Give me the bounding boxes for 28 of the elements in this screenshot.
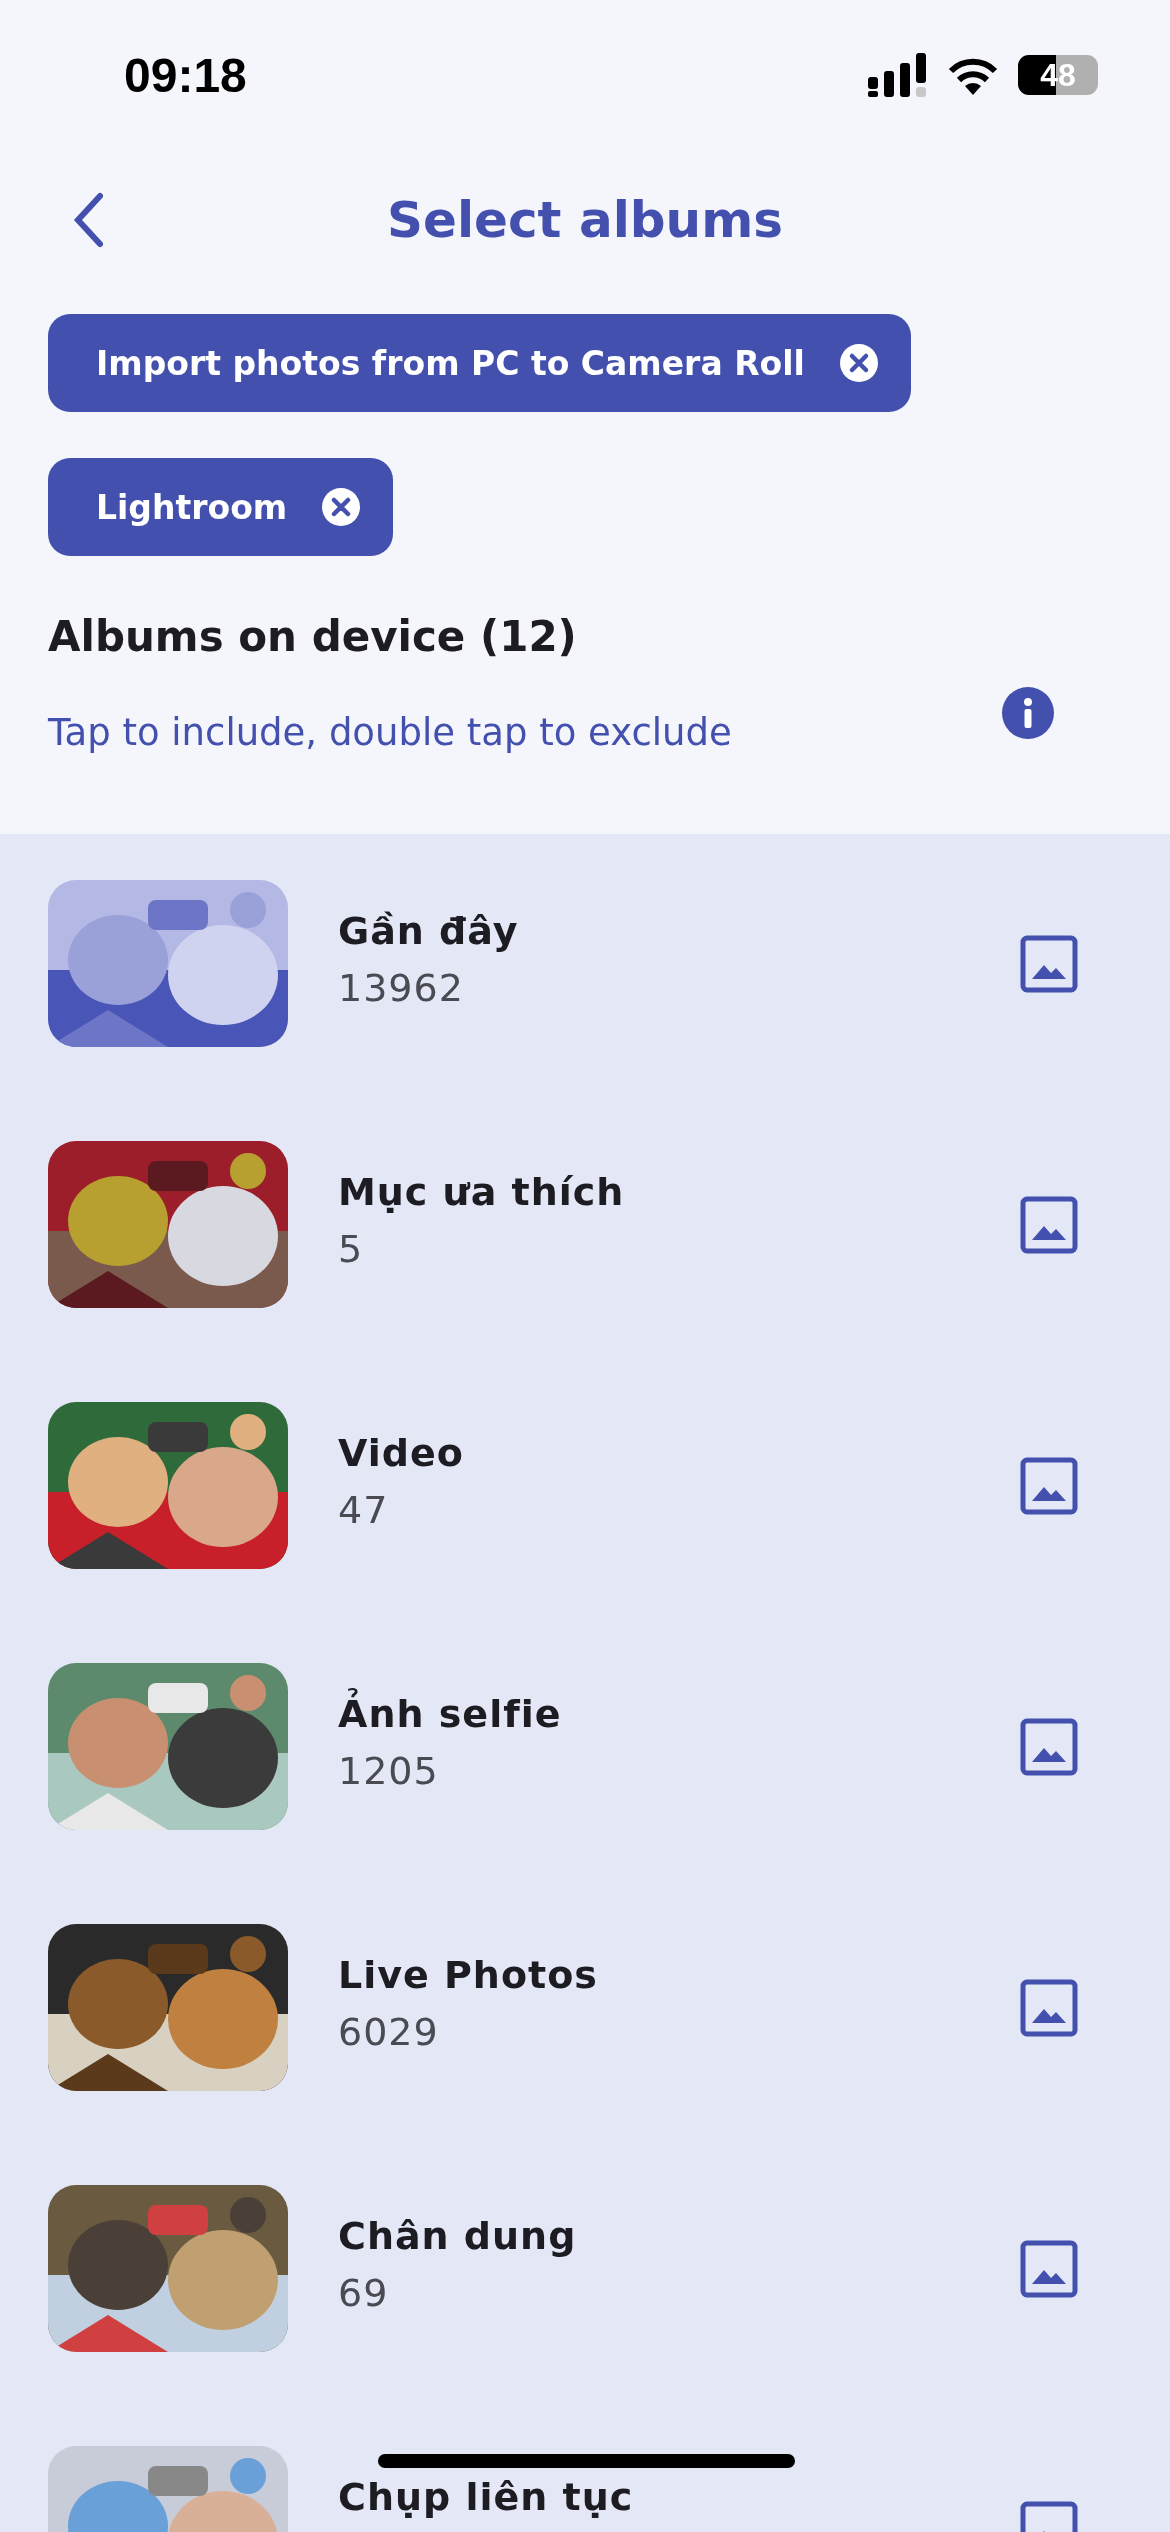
info-icon[interactable] [1002, 687, 1054, 739]
image-icon [1020, 935, 1078, 993]
page-title: Select albums [387, 191, 783, 249]
remove-icon[interactable] [838, 343, 879, 383]
section-hint: Tap to include, double tap to exclude [48, 711, 732, 754]
status-time: 09:18 [124, 47, 247, 103]
signal-icon [868, 53, 928, 97]
image-icon [1020, 2240, 1078, 2298]
image-icon [1020, 1196, 1078, 1254]
album-count: 69 [338, 2270, 390, 2315]
album-name: Chân dung [338, 2213, 578, 2260]
remove-icon[interactable] [321, 487, 362, 527]
album-name: Mục ưa thích [338, 1169, 626, 1216]
album-count: 6029 [338, 2009, 440, 2054]
album-chip[interactable]: Import photos from PC to Camera Roll [48, 314, 911, 412]
album-name: Chụp liên tục [338, 2474, 635, 2521]
image-icon [1020, 1718, 1078, 1776]
album-count: 47 [338, 1487, 390, 1532]
image-icon [1020, 1457, 1078, 1515]
album-name: Video [338, 1430, 465, 1477]
album-count: 1205 [338, 1748, 440, 1793]
album-count: 13962 [338, 965, 465, 1010]
album-count: 5 [338, 1226, 365, 1271]
album-name: Live Photos [338, 1952, 599, 1999]
album-name: Gần đây [338, 908, 520, 955]
album-chip[interactable]: Lightroom [48, 458, 394, 556]
section-title: Albums on device (12) [48, 612, 577, 661]
image-icon [1020, 1979, 1078, 2037]
